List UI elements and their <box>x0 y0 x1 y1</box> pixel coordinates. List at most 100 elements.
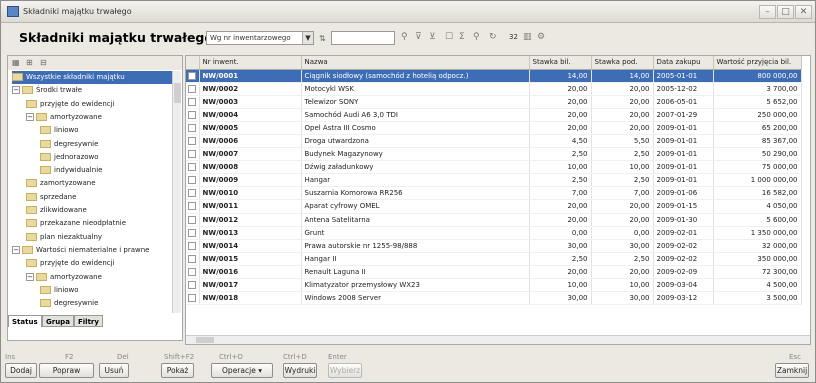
checkbox-icon[interactable] <box>188 202 197 211</box>
tree-node[interactable]: degresywnie <box>40 297 172 310</box>
checkbox-icon[interactable] <box>188 150 197 159</box>
tree-node[interactable]: − amortyzowane <box>26 271 172 284</box>
table-row[interactable]: NW/0001 Ciągnik siodłowy (samochód z hote… <box>186 69 802 83</box>
select-all-icon[interactable]: ☐ <box>445 32 453 42</box>
chevron-down-icon[interactable]: ▼ <box>302 32 313 44</box>
search-icon[interactable]: ⚲ <box>473 32 480 42</box>
tree-node[interactable]: przyjęte do ewidencji <box>26 98 172 111</box>
checkbox-icon[interactable] <box>188 254 197 263</box>
tree-node[interactable]: − Wartości niematerialne i prawne <box>12 244 172 257</box>
tree-node[interactable]: przyjęte do ewidencji <box>26 257 172 270</box>
table-row[interactable]: NW/0012 Antena Satelitarna 20,00 20,00 2009-… <box>186 213 802 227</box>
close-window-button[interactable]: Zamknij <box>775 363 809 378</box>
column-header[interactable]: Data zakupu <box>653 56 714 70</box>
table-row[interactable]: NW/0006 Droga utwardzona 4,50 5,50 2009-01-0… <box>186 134 802 149</box>
search-input[interactable] <box>331 31 395 45</box>
checkbox-icon[interactable] <box>188 228 197 237</box>
checkbox-icon[interactable] <box>188 176 197 185</box>
checkbox-icon[interactable] <box>188 71 197 80</box>
columns-icon[interactable]: ▥ <box>523 32 532 42</box>
row-checkbox[interactable] <box>186 226 200 240</box>
row-checkbox[interactable] <box>186 239 200 253</box>
table-row[interactable]: NW/0015 Hangar II 2,50 2,50 2009-02-02 350 00… <box>186 252 802 266</box>
add-button[interactable]: Dodaj <box>5 363 37 378</box>
tree-node[interactable]: − Środki trwałe <box>12 84 172 97</box>
tree-node[interactable]: zlikwidowane <box>26 204 172 217</box>
edit-button[interactable]: Popraw <box>39 363 94 378</box>
filter-clear-icon[interactable]: ⊻ <box>429 32 436 42</box>
row-checkbox[interactable] <box>186 108 200 122</box>
checkbox-icon[interactable] <box>188 189 197 198</box>
refresh-icon[interactable]: ↻ <box>489 32 497 42</box>
row-checkbox[interactable] <box>186 69 200 83</box>
tree-node[interactable]: jednorazowo <box>40 151 172 164</box>
column-header[interactable]: Nazwa <box>301 56 530 70</box>
filter-add-icon[interactable]: ⊽ <box>415 32 422 42</box>
checkbox-icon[interactable] <box>188 215 197 224</box>
row-checkbox[interactable] <box>186 199 200 214</box>
checkbox-icon[interactable] <box>188 163 197 172</box>
table-row[interactable]: NW/0011 Aparat cyfrowy OMEL 20,00 20,00 2009… <box>186 199 802 214</box>
table-row[interactable]: NW/0010 Suszarnia Komorowa RR256 7,00 7,00 2… <box>186 186 802 201</box>
row-checkbox[interactable] <box>186 278 200 293</box>
tree-scrollbar[interactable] <box>172 71 181 313</box>
tree-node[interactable]: sprzedane <box>26 191 172 204</box>
table-row[interactable]: NW/0017 Klimatyzator przemysłowy WX23 10,0… <box>186 278 802 293</box>
checkbox-icon[interactable] <box>188 281 197 290</box>
sort-order-icon[interactable]: ⇅ <box>319 34 326 43</box>
table-row[interactable]: NW/0013 Grunt 0,00 0,00 2009-02-01 1 350 000,… <box>186 226 802 240</box>
tree-node[interactable]: przekazane nieodpłatnie <box>26 217 172 230</box>
tree-node[interactable]: liniowo <box>40 284 172 297</box>
tab-status[interactable]: Status <box>8 315 42 327</box>
row-checkbox[interactable] <box>186 173 200 188</box>
row-checkbox[interactable] <box>186 147 200 162</box>
tree-toggle-icon[interactable]: − <box>12 245 20 254</box>
tree-toggle-icon[interactable]: − <box>26 112 34 121</box>
row-checkbox[interactable] <box>186 265 200 280</box>
tab-filtry[interactable]: Filtry <box>74 315 103 327</box>
table-row[interactable]: NW/0008 Dźwig załadunkowy 10,00 10,00 2009-0… <box>186 160 802 175</box>
column-header[interactable] <box>186 56 200 70</box>
checkbox-icon[interactable] <box>188 123 197 132</box>
grid-horizontal-scrollbar[interactable] <box>186 335 810 344</box>
sum-icon[interactable]: Σ <box>459 32 465 42</box>
show-button[interactable]: Pokaż <box>161 363 194 378</box>
filter-icon[interactable]: ⚲ <box>401 32 408 42</box>
checkbox-icon[interactable] <box>188 137 197 146</box>
operations-button[interactable]: Operacje ▾ <box>211 363 273 378</box>
tree-view-icon[interactable]: ▦ <box>12 58 20 67</box>
table-row[interactable]: NW/0007 Budynek Magazynowy 2,50 2,50 2009-01… <box>186 147 802 162</box>
table-row[interactable]: NW/0018 Windows 2008 Server 30,00 30,00 2009… <box>186 291 802 306</box>
delete-button[interactable]: Usuń <box>99 363 129 378</box>
table-row[interactable]: NW/0009 Hangar 2,50 2,50 2009-01-01 1 000 000… <box>186 173 802 188</box>
column-header[interactable]: Wartość przyjęcia bil. <box>713 56 802 70</box>
tree-toggle-icon[interactable]: − <box>12 86 20 95</box>
maximize-button[interactable]: □ <box>777 5 794 19</box>
tab-grupa[interactable]: Grupa <box>42 315 74 327</box>
row-checkbox[interactable] <box>186 213 200 227</box>
table-row[interactable]: NW/0004 Samochód Audi A6 3,0 TDI 20,00 20,0… <box>186 108 802 122</box>
checkbox-icon[interactable] <box>188 97 197 106</box>
settings-icon[interactable]: ⚙ <box>537 32 545 42</box>
column-header[interactable]: Stawka bil. <box>529 56 592 70</box>
table-row[interactable]: NW/0002 Motocykl WSK 20,00 20,00 2005-12-02 3… <box>186 82 802 96</box>
row-checkbox[interactable] <box>186 186 200 201</box>
table-row[interactable]: NW/0005 Opel Astra III Cosmo 20,00 20,00 200… <box>186 121 802 135</box>
table-row[interactable]: NW/0014 Prawa autorskie nr 1255-98/888 30,… <box>186 239 802 253</box>
row-checkbox[interactable] <box>186 95 200 109</box>
expand-all-icon[interactable]: ⊞ <box>26 58 33 67</box>
row-checkbox[interactable] <box>186 82 200 96</box>
checkbox-icon[interactable] <box>188 294 197 303</box>
row-checkbox[interactable] <box>186 160 200 175</box>
minimize-button[interactable]: – <box>759 5 776 19</box>
tree-node[interactable]: degresywnie <box>40 138 172 151</box>
collapse-all-icon[interactable]: ⊟ <box>40 58 47 67</box>
table-row[interactable]: NW/0003 Telewizor SONY 20,00 20,00 2006-05-0… <box>186 95 802 109</box>
row-checkbox[interactable] <box>186 121 200 135</box>
tree-node[interactable]: Wszystkie składniki majątku <box>12 71 172 84</box>
row-checkbox[interactable] <box>186 134 200 149</box>
select-button[interactable]: Wybierz <box>328 363 362 378</box>
column-header[interactable]: Stawka pod. <box>591 56 654 70</box>
row-checkbox[interactable] <box>186 252 200 266</box>
tree-toggle-icon[interactable]: − <box>26 272 34 281</box>
